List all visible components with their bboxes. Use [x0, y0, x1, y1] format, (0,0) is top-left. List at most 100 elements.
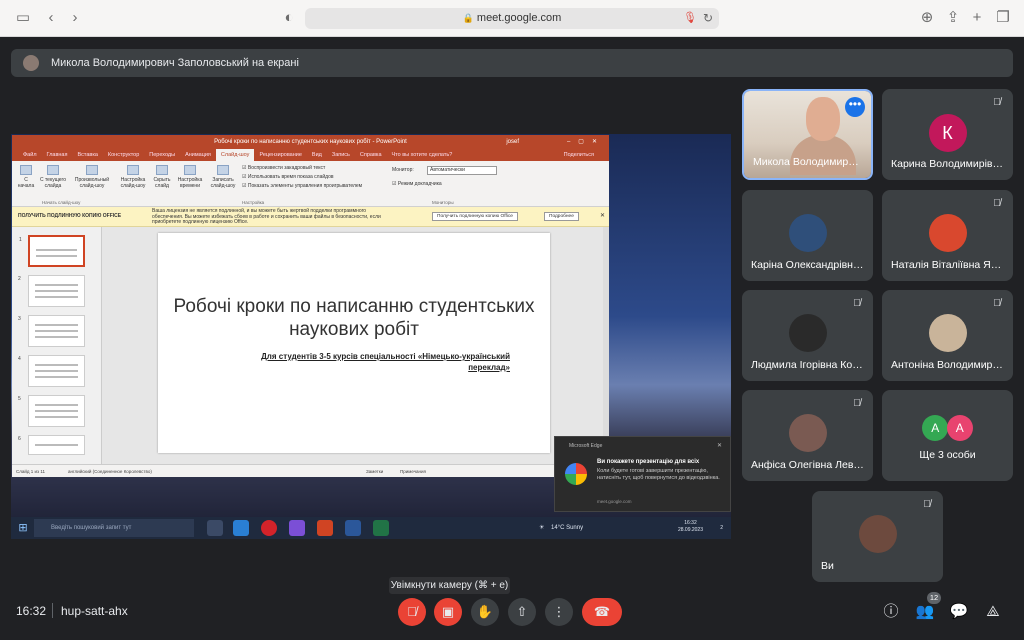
activities-icon[interactable]: ⟁ [982, 601, 1004, 623]
share-icon[interactable]: ⇪ [944, 9, 962, 27]
hand-icon: ✋ [476, 604, 494, 619]
avatar [928, 214, 967, 252]
monitor-select[interactable]: Автоматически [427, 166, 497, 175]
ppt-share-button[interactable]: Поделиться [559, 149, 599, 161]
ppt-tab[interactable]: Анимация [180, 149, 216, 161]
sidebar-icon[interactable]: ▭ [14, 9, 32, 27]
slide-thumbnail[interactable]: 5 [18, 395, 85, 427]
toast-body: Коли будете готові завершити презентацію… [597, 468, 720, 481]
camera-tooltip: Увімкнути камеру (⌘ + e) [389, 577, 510, 594]
ppt-tab[interactable]: Рецензирование [254, 149, 306, 161]
participant-tile[interactable]: 🎙̸ К Карина Володимирів… [882, 89, 1013, 180]
warning-title: ПОЛУЧИТЬ ПОДЛИННУЮ КОПИЮ OFFICE [18, 213, 122, 219]
mic-off-button[interactable]: 🎙̸ [398, 598, 426, 626]
slide-thumbnail[interactable]: 2 [18, 275, 85, 307]
back-icon[interactable]: ‹ [42, 9, 60, 27]
participant-tile[interactable]: 🎙̸ Антоніна Володимирі… [882, 290, 1013, 381]
participant-tile[interactable]: ••• Микола Володимир… [742, 89, 873, 180]
get-genuine-button[interactable]: Получить подлинную копию Office [432, 212, 518, 221]
hide-slide-button[interactable]: Скрыть слайд [150, 165, 174, 189]
scrollbar[interactable] [603, 227, 609, 464]
windows-start-icon[interactable]: ⊞ [15, 520, 31, 536]
taskbar-clock[interactable]: 16:32 28.09.2023 [678, 520, 703, 534]
participant-name: Ви [821, 560, 834, 572]
ppt-tab[interactable]: Вставка [72, 149, 102, 161]
shield-icon[interactable]: ◐ [280, 9, 298, 27]
ppt-tell-me[interactable]: Что вы хотите сделать? [387, 149, 458, 161]
hang-up-icon: ☎ [593, 604, 611, 619]
self-tile[interactable]: 🎙̸ Ви [812, 491, 943, 582]
from-beginning-button[interactable]: С начала [16, 165, 36, 189]
viber-icon[interactable] [289, 520, 305, 536]
raise-hand-button[interactable]: ✋ [471, 598, 499, 626]
present-button[interactable]: ⇧ [508, 598, 536, 626]
edge-notification[interactable]: Microsoft Edge ✕ Ви покажете презентацію… [554, 436, 731, 512]
notes-button[interactable]: Заметки [366, 465, 383, 478]
custom-show-button[interactable]: Произвольный слайд-шоу [72, 165, 112, 189]
narration-checkbox[interactable]: ☑ Воспроизвести закадровый текст [242, 165, 325, 172]
participant-name: Анфіса Олегівна Лев… [751, 459, 864, 471]
powerpoint-icon[interactable] [317, 520, 333, 536]
group-label: Настройка [242, 200, 265, 205]
chat-icon[interactable]: 💬 [948, 601, 970, 623]
slide-thumbnail[interactable]: 4 [18, 355, 85, 387]
participant-tile[interactable]: 🎙̸ Людмила Ігорівна Ко… [742, 290, 873, 381]
avatar-group: А А [882, 415, 1013, 441]
new-tab-icon[interactable]: + [968, 9, 986, 27]
ppt-statusbar: Слайд 1 из 11 английский (Соединенное Ко… [12, 464, 609, 477]
info-icon[interactable]: ⓘ [880, 601, 902, 623]
participant-tile[interactable]: Каріна Олександрівн… [742, 190, 873, 281]
close-icon[interactable]: ✕ [600, 212, 605, 219]
controls-checkbox[interactable]: ☑ Показать элементы управления проигрыва… [242, 183, 362, 190]
ppt-tab[interactable]: Запись [327, 149, 355, 161]
microphone-icon[interactable]: 🎙 [683, 8, 697, 29]
close-icon[interactable]: ✕ [717, 442, 722, 449]
opera-icon[interactable] [261, 520, 277, 536]
current-slide[interactable]: Робочі кроки по написанню студентських н… [158, 233, 550, 453]
leave-call-button[interactable]: ☎ [582, 598, 622, 626]
address-bar[interactable]: 🔒 meet.google.com 🎙 ↻ [305, 8, 719, 29]
record-show-button[interactable]: Записать слайд-шоу [208, 165, 238, 189]
ppt-tab[interactable]: Справка [355, 149, 387, 161]
comments-button[interactable]: Примечания [400, 465, 426, 478]
people-icon[interactable]: 👥 [914, 601, 936, 623]
timings-checkbox[interactable]: ☑ Использовать время показа слайдов [242, 174, 334, 181]
slide-thumbnail[interactable]: 6 [18, 435, 85, 455]
edge-icon[interactable] [233, 520, 249, 536]
camera-off-button[interactable]: ▣ [434, 598, 462, 626]
more-participants-tile[interactable]: А А Ще 3 особи [882, 390, 1013, 481]
ppt-tab-active[interactable]: Слайд-шоу [215, 149, 255, 161]
from-current-button[interactable]: С текущего слайда [38, 165, 68, 189]
learn-more-button[interactable]: Подробнее [544, 212, 579, 221]
forward-icon[interactable]: › [66, 9, 84, 27]
ppt-tab[interactable]: Главная [42, 149, 73, 161]
slide-thumbnails: 1 2 3 4 5 6 [12, 227, 102, 464]
presenter-view-checkbox[interactable]: ☑ Режим докладчика [392, 181, 442, 188]
presenting-text: Микола Володимирович Заполовський на екр… [51, 57, 299, 69]
ppt-tab[interactable]: Конструктор [103, 149, 144, 161]
ppt-tab[interactable]: Переходы [144, 149, 180, 161]
more-options-button[interactable]: ⋮ [545, 598, 573, 626]
window-controls-icon[interactable]: –▢✕ [567, 135, 605, 149]
setup-show-button[interactable]: Настройка слайд-шоу [118, 165, 148, 189]
slide-thumbnail[interactable]: 3 [18, 315, 85, 347]
participant-tile[interactable]: 🎙̸ Анфіса Олегівна Лев… [742, 390, 873, 481]
taskbar-search[interactable]: Введіть пошуковий запит тут [34, 519, 194, 537]
avatar [928, 314, 967, 352]
word-icon[interactable] [345, 520, 361, 536]
task-view-icon[interactable] [207, 520, 223, 536]
slide-thumbnail[interactable]: 1 [19, 235, 85, 267]
ppt-tab[interactable]: Вид [307, 149, 327, 161]
group-label: Начать слайд-шоу [42, 200, 81, 205]
ppt-tab[interactable]: Файл [18, 149, 42, 161]
rehearse-timings-button[interactable]: Настройка времени [176, 165, 204, 189]
reload-icon[interactable]: ↻ [703, 8, 713, 29]
download-icon[interactable]: ⊕ [918, 9, 936, 27]
notification-count[interactable]: 2 [720, 517, 723, 539]
slide-subtitle: Для студентів 3-5 курсів спеціальності «… [261, 352, 510, 372]
participant-tile[interactable]: 🎙̸ Наталія Віталіївна Яр… [882, 190, 1013, 281]
more-options-icon[interactable]: ••• [845, 97, 865, 117]
browser-toolbar: ▭ ‹ › ◐ 🔒 meet.google.com 🎙 ↻ ⊕ ⇪ + ❐ [0, 0, 1024, 37]
excel-icon[interactable] [373, 520, 389, 536]
tabs-overview-icon[interactable]: ❐ [994, 9, 1012, 27]
